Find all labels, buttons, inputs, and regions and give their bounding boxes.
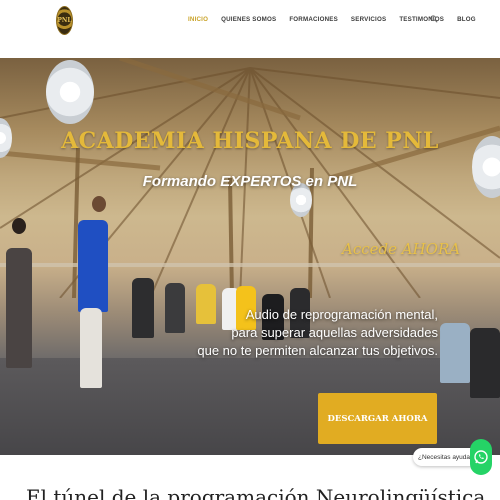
ceiling-fan xyxy=(46,60,94,124)
logo[interactable]: PNL xyxy=(56,6,73,35)
person-head xyxy=(12,218,26,234)
help-bubble[interactable]: ¿Necesitas ayuda? xyxy=(413,448,479,466)
site-header: PNL INICIO QUIENES SOMOS FORMACIONES SER… xyxy=(0,0,500,58)
nav-item-formaciones[interactable]: FORMACIONES xyxy=(289,14,338,26)
main-nav: INICIO QUIENES SOMOS FORMACIONES SERVICI… xyxy=(188,14,489,26)
speaker-legs xyxy=(80,308,102,388)
hero-description-line: que no te permiten alcanzar tus objetivo… xyxy=(197,343,438,358)
person xyxy=(440,323,470,383)
person xyxy=(470,328,500,398)
nav-item-blog[interactable]: BLOG xyxy=(457,14,476,26)
person xyxy=(6,248,32,368)
hero-description: Audio de reprogramación mental, para sup… xyxy=(197,306,438,360)
section-heading: El túnel de la programación Neurolingüís… xyxy=(26,485,486,500)
person-head xyxy=(92,196,106,212)
railing xyxy=(0,263,500,267)
hero-title: ACADEMIA HISPANA DE PNL xyxy=(61,128,439,154)
person xyxy=(132,278,154,338)
hero-description-line: Audio de reprogramación mental, xyxy=(245,307,438,322)
speaker xyxy=(78,220,108,312)
hero-subtitle: Formando EXPERTOS en PNL xyxy=(142,173,358,190)
hero-banner: ACADEMIA HISPANA DE PNL Formando EXPERTO… xyxy=(0,58,500,455)
nav-item-servicios[interactable]: SERVICIOS xyxy=(351,14,386,26)
search-icon[interactable] xyxy=(430,15,438,23)
download-button[interactable]: DESCARGAR AHORA xyxy=(318,393,437,444)
nav-item-quienes-somos[interactable]: QUIENES SOMOS xyxy=(221,14,276,26)
whatsapp-icon xyxy=(474,450,488,464)
nav-item-inicio[interactable]: INICIO xyxy=(188,14,208,26)
hero-accede-text: Accede AHORA xyxy=(342,240,461,258)
whatsapp-button[interactable] xyxy=(470,439,492,475)
person xyxy=(165,283,185,333)
hero-description-line: para superar aquellas adversidades xyxy=(231,325,438,340)
